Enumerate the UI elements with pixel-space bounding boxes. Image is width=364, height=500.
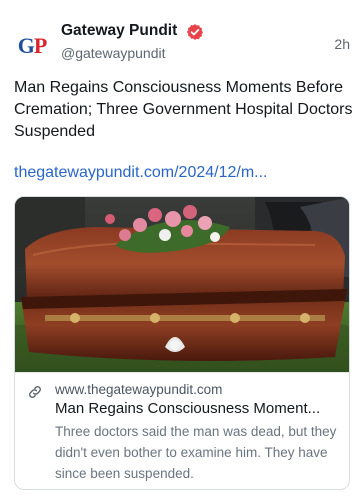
card-title[interactable]: Man Regains Consciousness Moment... (55, 400, 343, 417)
card-domain: www.thegatewaypundit.com (55, 382, 223, 397)
author-handle[interactable]: @gatewaypundit (61, 45, 166, 61)
post-time[interactable]: 2h (334, 36, 350, 52)
author-name[interactable]: Gateway Pundit (61, 22, 177, 40)
avatar-logo-g: G (17, 33, 35, 58)
post[interactable]: GP Gateway Pundit @gatewaypundit 2h Man … (0, 0, 364, 500)
post-text: Man Regains Consciousness Moments Before… (14, 79, 353, 140)
link-preview-card[interactable]: www.thegatewaypundit.com Man Regains Con… (14, 196, 350, 490)
post-link[interactable]: thegatewaypundit.com/2024/12/m... (14, 162, 354, 184)
card-description: Three doctors said the man was dead, but… (55, 424, 337, 481)
casket-photo[interactable] (15, 197, 350, 372)
link-icon (29, 386, 41, 398)
verified-badge-icon (186, 24, 204, 40)
card-meta[interactable]: www.thegatewaypundit.com Man Regains Con… (15, 372, 349, 489)
avatar[interactable]: GP (12, 26, 52, 66)
avatar-logo-p: P (33, 33, 47, 58)
